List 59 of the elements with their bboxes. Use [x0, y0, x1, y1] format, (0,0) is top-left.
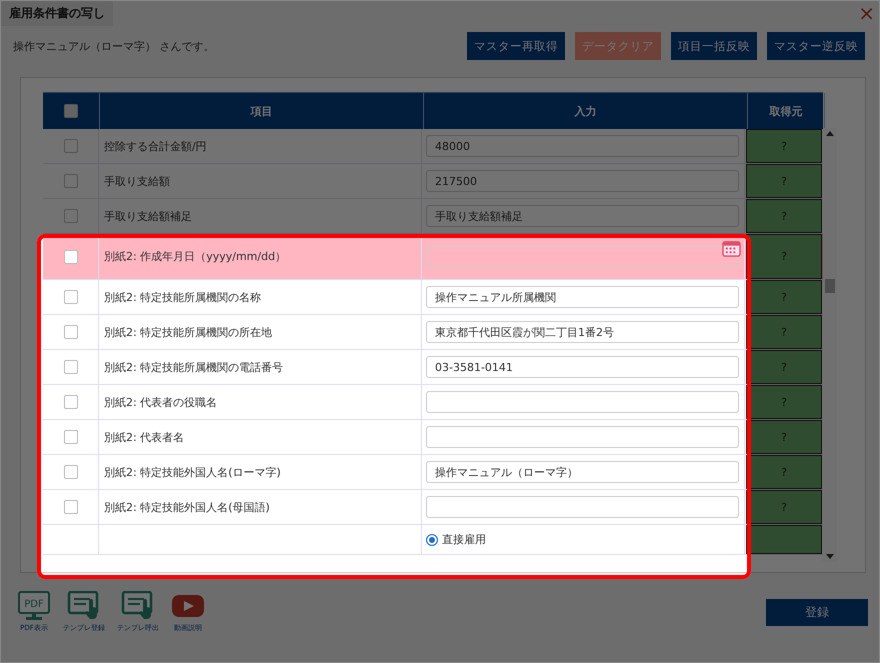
source-cell: ?	[746, 315, 822, 349]
scroll-down-icon[interactable]	[826, 554, 834, 559]
item-label: 別紙2: 特定技能外国人名(母国語)	[104, 500, 270, 514]
item-label: 手取り支給額補足	[104, 208, 192, 224]
row-checkbox[interactable]	[64, 430, 78, 444]
source-cell: ?	[746, 199, 822, 233]
source-cell: ?	[746, 420, 822, 454]
item-label: 別紙2: 特定技能所属機関の名称	[104, 290, 262, 304]
hand-pointer-screen-icon[interactable]	[121, 591, 155, 621]
item-label: 別紙2: 作成年月日（yyyy/mm/dd）	[104, 249, 286, 264]
source-cell: ?	[746, 234, 822, 279]
select-all-checkbox[interactable]	[64, 104, 78, 118]
input-field[interactable]: 操作マニュアル（ローマ字）	[426, 461, 739, 483]
input-field[interactable]: 48000	[426, 135, 739, 157]
item-label: 別紙2: 特定技能外国人名(ローマ字)	[104, 464, 281, 480]
row-checkbox[interactable]	[64, 325, 78, 339]
close-button[interactable]: ×	[854, 1, 879, 25]
input-field[interactable]	[426, 246, 739, 268]
hand-pointer-screen-icon[interactable]	[67, 591, 101, 621]
source-cell: ?	[746, 129, 822, 163]
row-checkbox[interactable]	[64, 500, 78, 514]
item-label: 別紙2: 代表者名	[104, 430, 184, 444]
input-field[interactable]	[426, 426, 739, 448]
scroll-up-icon[interactable]	[826, 131, 834, 136]
row-checkbox[interactable]	[64, 360, 78, 374]
input-field[interactable]: 217500	[426, 170, 739, 192]
radio-option[interactable]: 直接雇用	[426, 532, 486, 547]
register-button[interactable]: 登録	[766, 598, 868, 626]
row-checkbox[interactable]	[64, 209, 78, 223]
source-cell: ?	[746, 280, 822, 314]
item-label: 別紙2: 特定技能所属機関の所在地	[104, 324, 272, 340]
row-checkbox[interactable]	[64, 395, 78, 409]
row-checkbox[interactable]	[64, 139, 78, 153]
source-cell: ?	[746, 164, 822, 198]
source-cell: ?	[746, 490, 822, 524]
row-checkbox[interactable]	[64, 465, 78, 479]
item-label: 別紙2: 代表者の役職名	[104, 394, 218, 410]
input-field[interactable]	[426, 496, 739, 518]
input-field[interactable]: 手取り支給額補足	[426, 205, 739, 227]
source-cell: ?	[746, 455, 822, 489]
item-label: 手取り支給額	[104, 174, 170, 188]
action-button[interactable]: マスター再取得	[467, 32, 565, 60]
scroll-thumb[interactable]	[825, 279, 835, 293]
item-label: 控除する合計金額/円	[104, 138, 207, 154]
action-button[interactable]: マスター逆反映	[767, 32, 865, 60]
input-field[interactable]: 東京都千代田区霞が関二丁目1番2号	[426, 321, 739, 343]
input-field[interactable]: 操作マニュアル所属機関	[426, 286, 739, 308]
user-message: 操作マニュアル（ローマ字） さんです。	[13, 38, 214, 54]
row-checkbox[interactable]	[64, 174, 78, 188]
input-field[interactable]	[426, 391, 739, 413]
source-cell: ?	[746, 385, 822, 419]
action-button[interactable]: 項目一括反映	[671, 32, 757, 60]
input-field[interactable]: 03-3581-0141	[426, 356, 739, 378]
calendar-icon[interactable]	[722, 240, 741, 257]
row-checkbox[interactable]	[64, 290, 78, 304]
dialog-title: 雇用条件書の写し	[1, 1, 113, 26]
item-label: 別紙2: 特定技能所属機関の電話番号	[104, 360, 284, 374]
row-checkbox[interactable]	[64, 250, 78, 264]
source-cell: ?	[746, 350, 822, 384]
